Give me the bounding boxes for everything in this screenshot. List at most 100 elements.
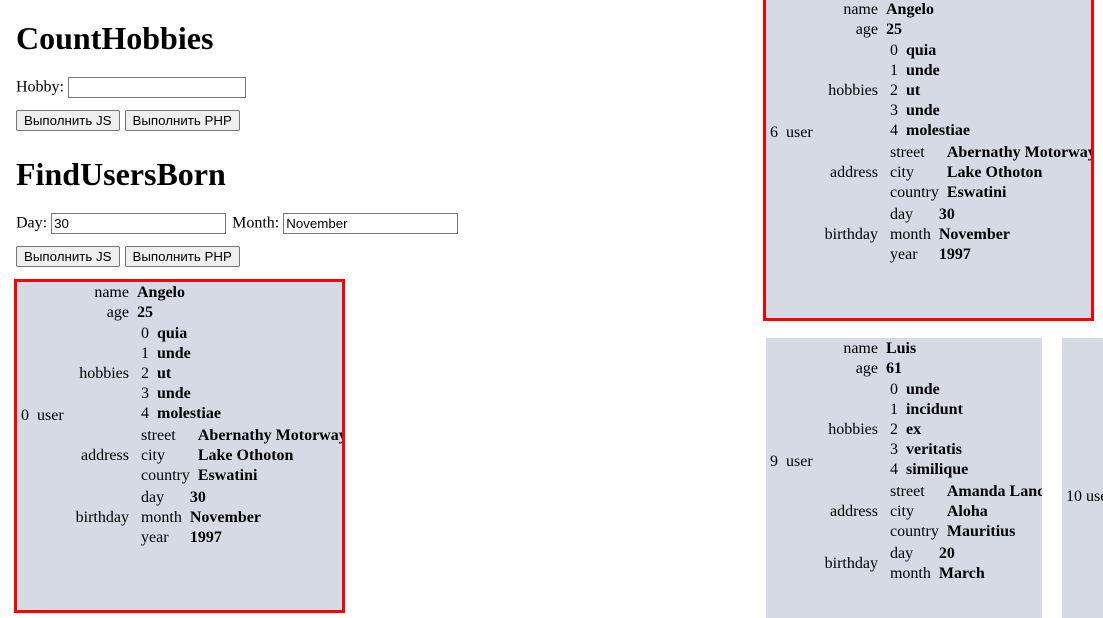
user-dump-table: 9 user name Luis age 61 hobbies 0 unde 1 incidunt 2… <box>766 338 1042 586</box>
user-detail-table: name Luis age 61 hobbies 0 unde 1 incidunt 2 ex 3 ve… <box>821 339 1042 585</box>
hobby-index: 0 <box>889 381 898 398</box>
birthday-key: month <box>889 565 931 582</box>
table-row: name Luis <box>821 339 1042 359</box>
user-dump-panel: 0 user name Angelo age 25 hobbies 0 quia 1 unde 2 ut… <box>14 279 345 613</box>
nested-table: street Abernathy Motorway city Lake Othoton… <box>886 143 1091 203</box>
birthday-key: birthday <box>824 555 878 572</box>
user-dump-index-label: 10 use <box>1066 488 1103 505</box>
table-row: 2 ut <box>886 81 974 101</box>
table-row: country Mauritius <box>886 522 1042 542</box>
table-row: birthday day 30 month November year 1997 <box>821 204 1091 266</box>
find-users-born-run-php-button[interactable]: Выполнить PHP <box>124 246 240 268</box>
address-key-values-cell: street Abernathy Motorway city Lake Othoton… <box>882 142 1091 204</box>
address-value: Eswatini <box>946 184 1007 201</box>
hobbies-key-values-cell: 0 quia 1 unde 2 ut 3 unde 4 molestiae <box>133 323 342 425</box>
hobby-value: similique <box>905 461 969 478</box>
forms-column: CountHobbies Hobby: Выполнить JS Выполнит… <box>8 0 748 268</box>
address-key-values-cell: street Amanda Land city Aloha country Mauriti… <box>882 481 1042 543</box>
hobbies-key-values-cell: 0 quia 1 unde 2 ut 3 unde 4 molestiae <box>882 40 1091 142</box>
address-value: Abernathy Motorway <box>197 427 345 444</box>
user-detail-cell: name Luis age 61 hobbies 0 unde 1 incidunt 2 ex 3 ve… <box>817 338 1042 586</box>
month-input[interactable] <box>283 213 459 235</box>
table-row: 1 unde <box>137 344 225 364</box>
day-label: Day: <box>16 214 48 232</box>
hobbies-key: hobbies <box>828 421 878 438</box>
user-dump-table: 0 user name Angelo age 25 hobbies 0 quia 1 unde 2 ut… <box>17 282 345 550</box>
table-row: 0 quia <box>137 324 225 344</box>
table-row: birthday day 20 month March <box>821 543 1042 585</box>
user-root-key-cell: user <box>786 453 813 470</box>
address-key: country <box>140 467 190 484</box>
table-row: 1 unde <box>886 61 974 81</box>
address-key: country <box>889 184 939 201</box>
hobby-input[interactable] <box>68 77 246 99</box>
table-row: 0 unde <box>886 380 972 400</box>
table-row: 0 quia <box>886 41 974 61</box>
user-dump-panel: 9 user name Luis age 61 hobbies 0 unde 1 incidunt 2… <box>766 338 1042 618</box>
hobby-index: 1 <box>889 401 898 418</box>
table-row: name Angelo <box>821 0 1091 20</box>
birthday-value: 1997 <box>189 529 222 546</box>
birthday-key: birthday <box>75 509 129 526</box>
table-row: hobbies 0 quia 1 unde 2 ut 3 unde 4 molestiae <box>821 40 1091 142</box>
address-value: Amanda Land <box>946 483 1042 500</box>
table-row: 4 similique <box>886 460 972 480</box>
hobby-label: Hobby: <box>16 78 64 96</box>
table-row: year 1997 <box>137 528 265 548</box>
hobby-value: veritatis <box>905 441 962 458</box>
birthday-value: November <box>189 509 261 526</box>
birthday-key-values-cell: day 20 month March <box>882 543 1042 585</box>
name-value: Angelo <box>136 284 185 301</box>
nested-table: 0 quia 1 unde 2 ut 3 unde 4 molestiae <box>137 324 225 424</box>
table-row: 3 unde <box>886 101 974 121</box>
birthday-value: March <box>938 565 985 582</box>
name-key: name <box>843 1 878 18</box>
table-row: month November <box>886 225 1014 245</box>
address-value: Lake Othoton <box>946 164 1043 181</box>
user-root-key-cell: user <box>786 124 813 141</box>
name-key: name <box>94 284 129 301</box>
name-value: Luis <box>885 340 917 357</box>
count-hobbies-buttons: Выполнить JS Выполнить PHP <box>16 110 748 132</box>
table-row: month November <box>137 508 265 528</box>
address-key: address <box>81 447 129 464</box>
hobby-index: 0 <box>140 325 149 342</box>
hobby-value: unde <box>156 385 191 402</box>
hobby-index: 1 <box>140 345 149 362</box>
birthday-value: 20 <box>938 545 955 562</box>
birthday-value: 30 <box>189 489 206 506</box>
count-hobbies-run-js-button[interactable]: Выполнить JS <box>16 110 120 132</box>
hobby-value: molestiae <box>156 405 221 422</box>
table-row: 0 user name Angelo age 25 hobbies 0 quia 1 unde 2 ut… <box>17 282 345 550</box>
address-key: street <box>889 144 925 161</box>
address-key-values-cell: street Abernathy Motorway city Lake Othoton… <box>133 425 345 487</box>
hobbies-key: hobbies <box>79 365 129 382</box>
count-hobbies-run-php-button[interactable]: Выполнить PHP <box>124 110 240 132</box>
hobby-value: unde <box>905 62 940 79</box>
day-input[interactable] <box>51 213 227 235</box>
hobbies-key: hobbies <box>828 82 878 99</box>
user-index-cell: 9 <box>770 453 778 470</box>
nested-table: 0 unde 1 incidunt 2 ex 3 veritatis 4 similique <box>886 380 972 480</box>
table-row: address street Abernathy Motorway city Lake … <box>821 142 1091 204</box>
name-value: Angelo <box>885 1 934 18</box>
table-row: 6 user name Angelo age 25 hobbies 0 quia 1 unde 2 ut… <box>766 0 1091 267</box>
table-row: hobbies 0 quia 1 unde 2 ut 3 unde 4 molestiae <box>72 323 342 425</box>
find-users-born-run-js-button[interactable]: Выполнить JS <box>16 246 120 268</box>
hobby-value: quia <box>905 42 937 59</box>
table-row: 3 unde <box>137 384 225 404</box>
table-row: name Angelo <box>72 283 342 303</box>
month-label: Month: <box>232 214 280 232</box>
address-key: street <box>140 427 176 444</box>
user-detail-table: name Angelo age 25 hobbies 0 quia 1 unde 2 ut 3 unde… <box>72 283 345 549</box>
page-title-count-hobbies: CountHobbies <box>16 20 214 56</box>
table-row: street Amanda Land <box>886 482 1042 502</box>
table-row: day 30 <box>886 205 1014 225</box>
hobby-index: 2 <box>889 421 898 438</box>
nested-table: day 20 month March <box>886 544 989 584</box>
address-key: address <box>830 503 878 520</box>
address-value: Eswatini <box>197 467 258 484</box>
hobby-value: unde <box>905 381 940 398</box>
address-key: city <box>889 503 914 520</box>
user-dump-panel: 6 user name Angelo age 25 hobbies 0 quia 1 unde 2 ut… <box>763 0 1094 321</box>
